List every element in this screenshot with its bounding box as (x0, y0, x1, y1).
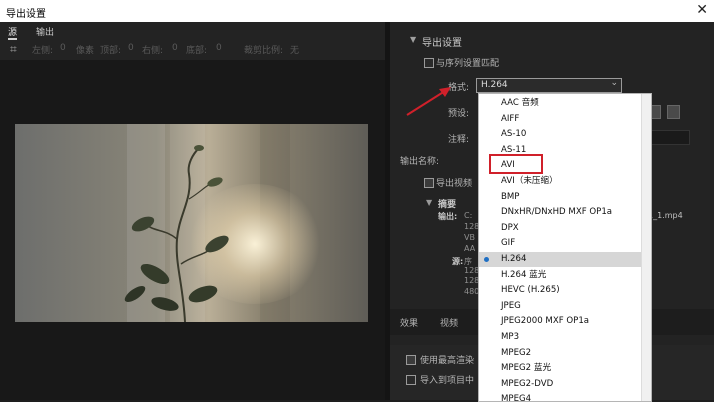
max-render-label: 使用最高渲染 (420, 356, 475, 366)
match-sequence-checkbox[interactable] (424, 58, 434, 68)
summary-source-line: 序 (464, 257, 472, 266)
format-option[interactable]: H.264 (501, 252, 526, 267)
crop-icon[interactable]: ⌗ (10, 42, 17, 57)
crop-unit: 像素 (76, 46, 95, 56)
export-video-checkbox[interactable] (424, 178, 434, 188)
format-option[interactable]: JPEG2000 MXF OP1a (501, 314, 589, 329)
tab-output[interactable]: 输出 (36, 25, 54, 38)
summary-caret-icon[interactable]: ▼ (426, 198, 432, 207)
collapse-caret-icon[interactable]: ▼ (410, 35, 416, 44)
format-option[interactable]: MPEG4 (501, 392, 531, 401)
summary-source-line: 128 (464, 276, 480, 285)
format-option[interactable]: HEVC (H.265) (501, 283, 560, 298)
summary-output-line: VB (464, 233, 475, 242)
crop-left-label: 左侧: (32, 46, 54, 56)
format-option[interactable]: GIF (501, 236, 515, 251)
import-project-label: 导入到项目中 (420, 376, 475, 386)
close-icon[interactable]: ✕ (696, 2, 708, 18)
max-render-checkbox[interactable] (406, 355, 416, 365)
crop-right-label: 右侧: (142, 46, 164, 56)
crop-toolbar: ⌗ 左侧: 0 像素 顶部: 0 右侧: 0 底部: 0 裁剪比例: 无 (0, 40, 385, 58)
export-video-label: 导出视频 (436, 179, 473, 189)
tab-effects[interactable]: 效果 (400, 316, 418, 329)
format-option[interactable]: AS-10 (501, 127, 526, 142)
format-option[interactable]: H.264 蓝光 (501, 268, 546, 283)
comments-label: 注释: (448, 135, 470, 145)
format-option[interactable]: DPX (501, 221, 519, 236)
annotation-highlight-box (489, 154, 543, 174)
crop-top-label: 顶部: (100, 46, 122, 56)
summary-output-line: C: (464, 211, 473, 220)
format-select-value: H.264 (481, 80, 508, 90)
format-option[interactable]: AAC 音频 (501, 96, 539, 111)
crop-ratio-value[interactable]: 无 (290, 43, 299, 56)
comments-input[interactable] (648, 130, 690, 145)
export-settings-header: 导出设置 (422, 38, 462, 49)
title-bar: 导出设置 ✕ (0, 0, 714, 22)
format-option[interactable]: AIFF (501, 112, 519, 127)
match-sequence-label: 与序列设置匹配 (436, 59, 500, 69)
format-option[interactable]: BMP (501, 190, 520, 205)
crop-bottom-label: 底部: (186, 46, 208, 56)
annotation-arrow-icon (406, 87, 451, 116)
import-project-checkbox[interactable] (406, 375, 416, 385)
format-dropdown-list[interactable]: AAC 音频 AIFF AS-10 AS-11 AVI AVI（未压缩） BMP DNxHR/… (478, 93, 652, 402)
format-select[interactable]: H.264 ⌄ (476, 78, 622, 93)
output-name-label: 输出名称: (400, 157, 440, 167)
format-option[interactable]: MP3 (501, 330, 519, 345)
tab-source[interactable]: 源 (8, 25, 18, 40)
format-option[interactable]: MPEG2 (501, 346, 531, 361)
format-option[interactable]: AVI（未压缩） (501, 174, 558, 189)
crop-ratio-label: 裁剪比例: (244, 46, 284, 56)
summary-label: 摘要 (438, 200, 457, 210)
crop-top-value[interactable]: 0 (128, 43, 134, 53)
summary-output-line: AA (464, 244, 476, 253)
tab-video[interactable]: 视频 (440, 316, 458, 329)
format-option[interactable]: MPEG2 蓝光 (501, 361, 551, 376)
selected-bullet-icon (484, 257, 489, 262)
crop-bottom-value[interactable]: 0 (216, 43, 222, 53)
summary-output-line: 128 (464, 266, 480, 275)
crop-right-value[interactable]: 0 (172, 43, 178, 53)
delete-preset-icon[interactable] (666, 105, 680, 119)
crop-left-value[interactable]: 0 (60, 43, 66, 53)
dropdown-scrollbar[interactable] (641, 94, 651, 401)
format-option[interactable]: MPEG2-DVD (501, 377, 553, 392)
preset-buttons (648, 105, 683, 122)
output-filename[interactable]: 1_1.mp4 (648, 211, 683, 220)
chevron-down-icon: ⌄ (610, 78, 618, 88)
summary-output-line: 128 (464, 222, 480, 231)
format-option[interactable]: DNxHR/DNxHD MXF OP1a (501, 205, 612, 220)
window-title: 导出设置 (6, 9, 46, 20)
video-preview-frame (15, 124, 368, 322)
summary-source-line: 480 (464, 287, 480, 296)
summary-source-key: 源: (452, 257, 464, 266)
source-tabs: 源 输出 (0, 22, 385, 40)
format-option[interactable]: JPEG (501, 299, 521, 314)
summary-output-key: 输出: (438, 212, 458, 221)
plant-silhouette (124, 145, 229, 322)
